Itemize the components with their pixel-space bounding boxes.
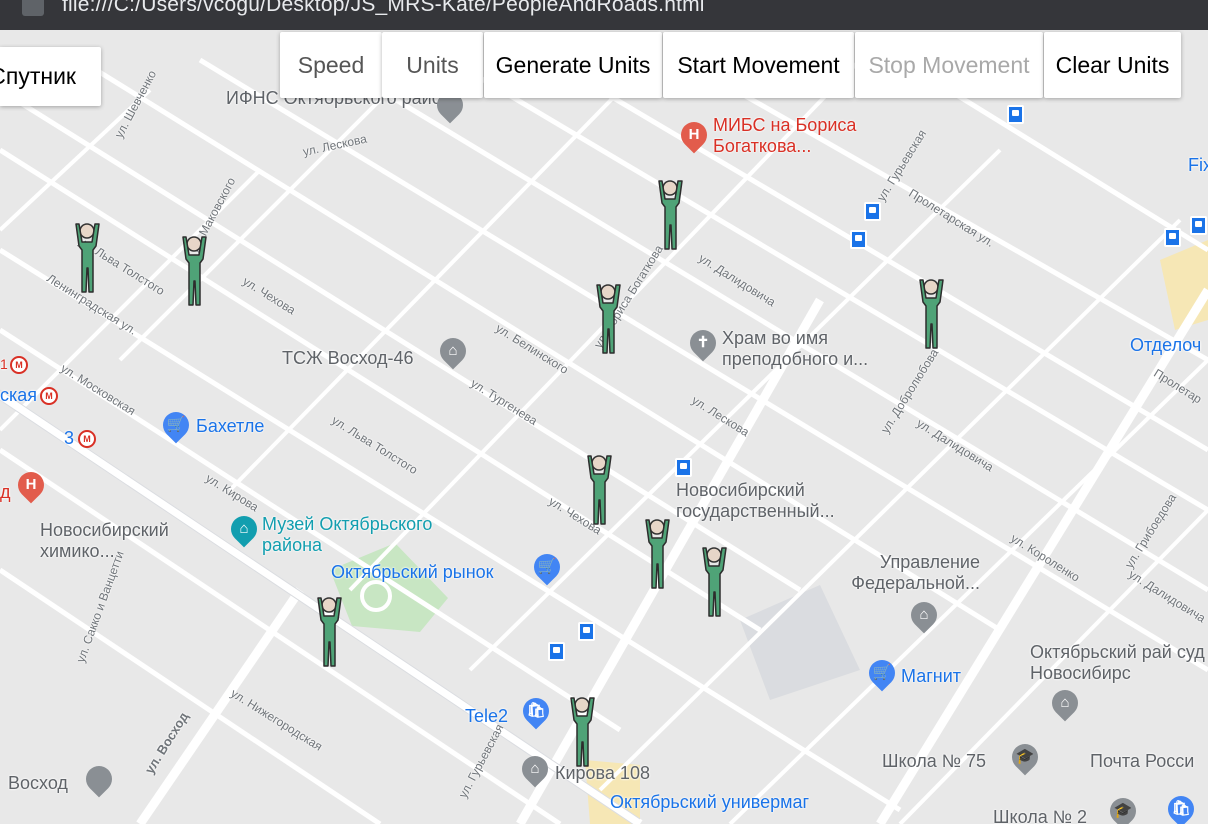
shop-pin-icon[interactable]: 🛒 — [863, 654, 901, 692]
metro-icon[interactable]: М — [78, 430, 96, 448]
hospital-pin-icon[interactable]: H — [675, 116, 713, 154]
transit-stop-icon[interactable] — [864, 202, 881, 221]
place-pin-icon[interactable]: ⌂ — [905, 596, 943, 634]
place-label-hram: Храм во имя преподобного и... — [722, 328, 869, 369]
map-type-satellite-button[interactable]: Спутник — [0, 47, 101, 106]
metro-number-label: 1 — [0, 356, 8, 372]
place-label-school2: Школа № 2 — [993, 807, 1088, 824]
place-pin-icon[interactable]: ⌂ — [516, 750, 554, 788]
unit-marker[interactable] — [565, 696, 599, 768]
transit-stop-icon[interactable] — [578, 622, 595, 641]
shop-pin-icon[interactable]: 🛍 — [517, 692, 555, 730]
minor-streets — [0, 57, 1208, 824]
file-icon — [22, 0, 44, 16]
map-canvas[interactable]: ИФНС Октябрьского района H МИБС на Борис… — [0, 30, 1208, 824]
place-label-fix: Fix — [1188, 155, 1208, 175]
transit-stop-icon[interactable] — [1007, 105, 1024, 124]
place-label-red-d: д — [0, 482, 11, 502]
place-label-uprav: Управление Федеральной... — [851, 552, 980, 593]
metro-number-label: 3 — [64, 428, 75, 448]
place-label-voshod: Восход — [8, 773, 68, 793]
place-label-nsu: Новосибирский государственный... — [676, 480, 835, 521]
generate-units-button[interactable]: Generate Units — [484, 32, 662, 98]
shop-pin-icon[interactable]: 🛒 — [157, 406, 195, 444]
place-label-tszh: ТСЖ Восход-46 — [282, 348, 414, 368]
place-label-rynok: Октябрьский рынок — [331, 562, 494, 582]
stop-movement-button[interactable]: Stop Movement — [855, 32, 1043, 98]
metro-icon[interactable]: М — [10, 356, 28, 374]
url-text[interactable]: file:///C:/Users/vcogu/Desktop/JS_MRS-Ka… — [62, 0, 705, 17]
place-label-museum: Музей Октябрьского района — [262, 514, 433, 555]
place-pin-icon[interactable]: ⌂ — [1046, 684, 1084, 722]
place-label-bahetle: Бахетле — [196, 416, 265, 436]
transit-stop-icon[interactable] — [675, 458, 692, 477]
place-label-magnit: Магнит — [901, 666, 962, 686]
unit-marker[interactable] — [640, 518, 674, 590]
place-pin-icon[interactable] — [80, 760, 118, 798]
hospital-pin-icon[interactable]: H — [12, 466, 50, 504]
clear-units-button[interactable]: Clear Units — [1044, 32, 1181, 98]
place-label-mibs: МИБС на Бориса Богаткова... — [713, 115, 857, 156]
school-pin-icon[interactable]: 🎓 — [1104, 792, 1142, 824]
place-pin-icon[interactable]: ⌂ — [434, 332, 472, 370]
unit-marker[interactable] — [70, 222, 104, 294]
school-pin-icon[interactable]: 🎓 — [1006, 738, 1044, 776]
transit-stop-icon[interactable] — [1190, 216, 1207, 235]
place-label-univermag: Октябрьский универмаг — [610, 792, 810, 812]
speed-tab[interactable]: Speed — [280, 32, 382, 98]
cross-streets — [0, 58, 1208, 824]
metro-icon[interactable]: М — [40, 387, 58, 405]
building-area — [740, 585, 860, 700]
museum-pin-icon[interactable]: ⌂ — [225, 510, 263, 548]
unit-marker[interactable] — [653, 179, 687, 251]
transit-stop-icon[interactable] — [1164, 228, 1181, 247]
unit-marker[interactable] — [177, 235, 211, 307]
metro-station-label: ская — [0, 385, 38, 405]
browser-address-bar: file:///C:/Users/vcogu/Desktop/JS_MRS-Ka… — [0, 0, 1208, 30]
place-label-otdelo: Отделоч — [1130, 335, 1202, 355]
transit-stop-icon[interactable] — [850, 230, 867, 249]
shop-pin-icon[interactable]: 🛍 — [1162, 790, 1200, 824]
shop-pin-icon[interactable]: 🛒 — [528, 548, 566, 586]
place-label-pochta: Почта Росси — [1090, 751, 1195, 771]
building-area — [1160, 240, 1208, 330]
place-label-sud: Октябрьский рай суд г. Новосибирс — [1030, 642, 1208, 683]
place-label-tele2: Tele2 — [465, 706, 509, 726]
transit-stop-icon[interactable] — [548, 642, 565, 661]
units-tab[interactable]: Units — [382, 32, 483, 98]
unit-marker[interactable] — [312, 596, 346, 668]
unit-marker[interactable] — [697, 546, 731, 618]
place-label-school75: Школа № 75 — [882, 751, 987, 771]
unit-marker[interactable] — [582, 454, 616, 526]
unit-marker[interactable] — [914, 278, 948, 350]
church-pin-icon[interactable]: ✝ — [684, 324, 722, 362]
unit-marker[interactable] — [591, 283, 625, 355]
start-movement-button[interactable]: Start Movement — [663, 32, 854, 98]
